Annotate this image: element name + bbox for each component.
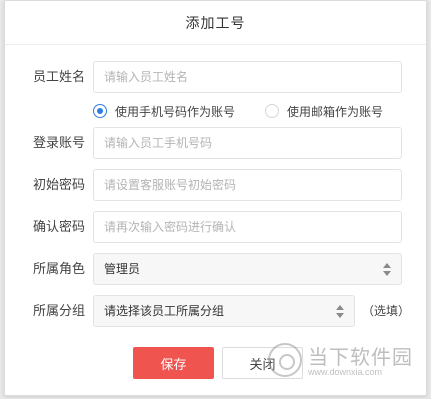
name-field: [93, 61, 402, 93]
init-password-input[interactable]: [104, 170, 391, 200]
login-input[interactable]: [104, 128, 391, 158]
confirm-password-row: 确认密码: [5, 211, 426, 243]
group-label: 所属分组: [33, 303, 86, 318]
watermark-title: 当下软件园: [308, 347, 413, 369]
group-row: 所属分组 请选择该员工所属分组 （选填）: [5, 295, 426, 327]
name-input[interactable]: [104, 62, 391, 92]
login-label: 登录账号: [33, 135, 86, 150]
updown-arrows-icon: [336, 305, 344, 318]
watermark-logo-icon: [268, 343, 302, 377]
radio-use-email[interactable]: 使用邮箱作为账号: [265, 101, 383, 121]
group-selected-value: 请选择该员工所属分组: [104, 304, 225, 318]
radio-label-phone: 使用手机号码作为账号: [115, 104, 236, 119]
init-password-row: 初始密码: [5, 169, 426, 201]
group-optional-note: （选填）: [362, 304, 411, 318]
role-label: 所属角色: [33, 261, 86, 276]
init-password-label: 初始密码: [33, 177, 86, 192]
add-employee-dialog: 添加工号 员工姓名 使用手机号码作为账号 使用邮箱作为账号 登录账号 初始密码: [4, 0, 427, 396]
role-select[interactable]: 管理员: [93, 253, 402, 285]
name-label: 员工姓名: [33, 69, 86, 84]
radio-use-phone[interactable]: 使用手机号码作为账号: [93, 101, 235, 121]
watermark-url: www.downxia.com: [308, 367, 383, 377]
login-row: 登录账号: [5, 127, 426, 159]
role-selected-value: 管理员: [104, 262, 141, 276]
init-password-field: [93, 169, 402, 201]
radio-label-email: 使用邮箱作为账号: [287, 104, 384, 119]
role-row: 所属角色 管理员: [5, 253, 426, 285]
confirm-password-input[interactable]: [104, 212, 391, 242]
account-type-radio-group: 使用手机号码作为账号 使用邮箱作为账号: [5, 101, 426, 121]
confirm-password-label: 确认密码: [33, 219, 86, 234]
name-row: 员工姓名: [5, 61, 426, 93]
updown-arrows-icon: [383, 263, 391, 276]
radio-checked-icon: [93, 104, 107, 118]
dialog-header: 添加工号: [5, 1, 426, 45]
dialog-title: 添加工号: [185, 14, 246, 31]
save-button[interactable]: 保存: [133, 347, 214, 379]
login-field: [93, 127, 402, 159]
watermark: 当下软件园 www.downxia.com: [268, 339, 412, 383]
confirm-password-field: [93, 211, 402, 243]
group-select[interactable]: 请选择该员工所属分组: [93, 295, 355, 327]
radio-unchecked-icon: [265, 104, 279, 118]
